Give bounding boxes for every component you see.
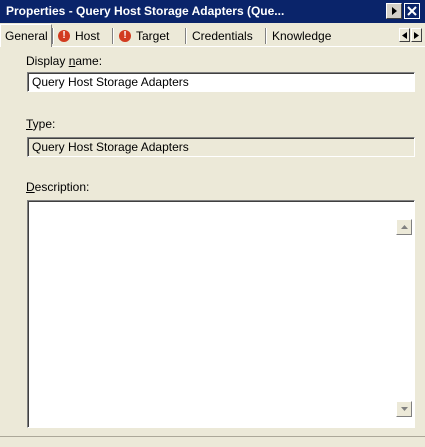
window-title: Properties - Query Host Storage Adapters… (6, 4, 285, 18)
tab-separator (185, 28, 186, 44)
tab-strip: General ! Host ! Target Credentials Know… (0, 24, 425, 47)
tab-separator (112, 28, 113, 44)
scroll-up-button[interactable] (396, 219, 412, 235)
tab-label: General (5, 29, 48, 43)
description-label: Description: (26, 180, 90, 194)
tab-separator (52, 28, 53, 44)
description-textarea[interactable] (27, 200, 415, 428)
arrow-right-icon (414, 31, 419, 39)
tab-knowledge[interactable]: Knowledge (268, 26, 392, 46)
tab-separator (265, 28, 266, 44)
window-menu-button[interactable] (386, 3, 402, 19)
tab-label: Target (136, 29, 170, 43)
tab-target[interactable]: ! Target (115, 26, 173, 46)
tab-label: Knowledge (272, 29, 332, 43)
title-bar[interactable]: Properties - Query Host Storage Adapters… (0, 0, 425, 23)
arrow-down-icon (400, 407, 408, 411)
tab-credentials[interactable]: Credentials (188, 26, 257, 46)
description-scrollbar[interactable] (396, 203, 412, 425)
arrow-up-icon (400, 225, 408, 229)
scroll-down-button[interactable] (396, 401, 412, 417)
warning-icon: ! (119, 30, 131, 42)
divider (0, 436, 425, 437)
properties-window: Properties - Query Host Storage Adapters… (0, 0, 425, 447)
tab-host[interactable]: ! Host (54, 26, 104, 46)
arrow-left-icon (402, 31, 407, 39)
close-icon (407, 6, 417, 16)
warning-icon: ! (58, 30, 70, 42)
type-field: Query Host Storage Adapters (27, 137, 415, 157)
type-label: Type: (26, 117, 56, 131)
tab-label: Host (75, 29, 100, 43)
display-name-label: Display name: (26, 54, 103, 68)
triangle-right-icon (392, 7, 397, 15)
tab-label: Credentials (192, 29, 253, 43)
tab-scroll-right-button[interactable] (411, 28, 422, 42)
close-button[interactable] (404, 3, 420, 19)
tab-scroll-left-button[interactable] (399, 28, 410, 42)
tab-general[interactable]: General (0, 24, 52, 47)
display-name-input[interactable]: Query Host Storage Adapters (27, 72, 415, 92)
